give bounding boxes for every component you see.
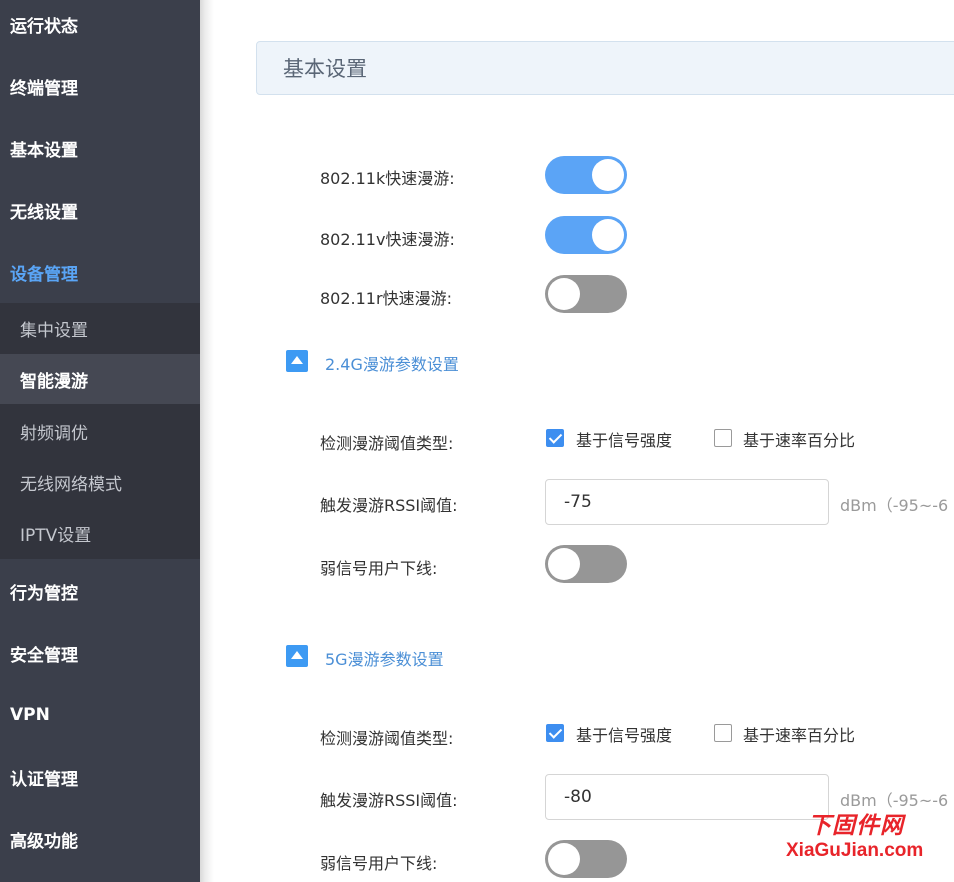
watermark-logo: 下固件网 XiaGuJian.com	[786, 806, 954, 870]
weak-signal-label-5g: 弱信号用户下线:	[320, 854, 438, 873]
toggle-knob	[548, 548, 580, 580]
roaming-11k-label: 802.11k快速漫游:	[320, 169, 455, 188]
watermark-url: XiaGuJian.com	[786, 840, 924, 861]
rssi-input-2g[interactable]	[545, 479, 829, 525]
roaming-11k-toggle[interactable]	[545, 156, 627, 194]
checkbox-signal-strength-5g[interactable]	[546, 724, 564, 742]
weak-signal-toggle-2g[interactable]	[545, 545, 627, 583]
submenu-item-iptv[interactable]: IPTV设置	[0, 508, 200, 558]
rssi-label-2g: 触发漫游RSSI阈值:	[320, 496, 458, 515]
checkbox-rate-percent-2g[interactable]	[714, 429, 732, 447]
sidebar-item-status[interactable]: 运行状态	[0, 2, 200, 46]
panel-title: 基本设置	[256, 41, 954, 95]
sidebar-item-device-management[interactable]: 设备管理	[0, 250, 200, 294]
option-signal-strength-5g[interactable]: 基于信号强度	[576, 722, 672, 746]
sidebar-item-advanced[interactable]: 高级功能	[0, 817, 200, 861]
collapse-up-icon[interactable]	[286, 645, 308, 667]
threshold-type-label-2g: 检测漫游阈值类型:	[320, 434, 454, 453]
sidebar-item-security[interactable]: 安全管理	[0, 631, 200, 675]
option-rate-percent-2g[interactable]: 基于速率百分比	[743, 427, 855, 451]
roaming-11v-toggle[interactable]	[545, 216, 627, 254]
submenu-item-smart-roaming[interactable]: 智能漫游	[0, 354, 200, 404]
toggle-knob	[548, 843, 580, 875]
collapse-up-icon[interactable]	[286, 350, 308, 372]
threshold-type-label-5g: 检测漫游阈值类型:	[320, 729, 454, 748]
toggle-knob	[548, 278, 580, 310]
option-signal-strength-2g[interactable]: 基于信号强度	[576, 427, 672, 451]
checkbox-signal-strength-2g[interactable]	[546, 429, 564, 447]
toggle-knob	[592, 219, 624, 251]
roaming-11r-label: 802.11r快速漫游:	[320, 289, 452, 308]
device-management-submenu: 集中设置 智能漫游 射频调优 无线网络模式 IPTV设置	[0, 303, 200, 559]
toggle-knob	[592, 159, 624, 191]
sidebar-item-behavior[interactable]: 行为管控	[0, 569, 200, 613]
sidebar-item-vpn[interactable]: VPN	[0, 693, 200, 737]
sidebar-item-wireless[interactable]: 无线设置	[0, 188, 200, 232]
rssi-label-5g: 触发漫游RSSI阈值:	[320, 791, 458, 810]
sidebar-item-auth[interactable]: 认证管理	[0, 755, 200, 799]
submenu-item-wireless-mode[interactable]: 无线网络模式	[0, 457, 200, 507]
sidebar-item-basic[interactable]: 基本设置	[0, 126, 200, 170]
sidebar: 运行状态 终端管理 基本设置 无线设置 设备管理 集中设置 智能漫游 射频调优 …	[0, 0, 200, 882]
checkbox-rate-percent-5g[interactable]	[714, 724, 732, 742]
rssi-unit-2g: dBm（-95~-6	[840, 496, 949, 515]
submenu-item-rf-tuning[interactable]: 射频调优	[0, 406, 200, 456]
submenu-item-central[interactable]: 集中设置	[0, 303, 200, 353]
sidebar-divider	[200, 0, 214, 882]
roaming-11r-toggle[interactable]	[545, 275, 627, 313]
sidebar-item-clients[interactable]: 终端管理	[0, 64, 200, 108]
weak-signal-toggle-5g[interactable]	[545, 840, 627, 878]
option-rate-percent-5g[interactable]: 基于速率百分比	[743, 722, 855, 746]
watermark-text: 下固件网	[808, 813, 904, 839]
weak-signal-label-2g: 弱信号用户下线:	[320, 559, 438, 578]
section-title-2g[interactable]: 2.4G漫游参数设置	[325, 351, 459, 375]
roaming-11v-label: 802.11v快速漫游:	[320, 230, 455, 249]
section-title-5g[interactable]: 5G漫游参数设置	[325, 646, 444, 670]
